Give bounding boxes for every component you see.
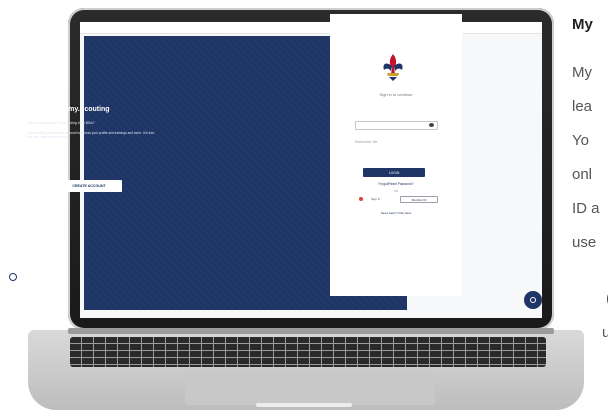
remember-me-label: Remember Me bbox=[355, 140, 378, 144]
login-button[interactable]: LOGIN bbox=[363, 168, 425, 177]
bsa-fleur-de-lis-icon bbox=[383, 54, 403, 81]
member-id-button[interactable]: Member ID bbox=[400, 196, 438, 203]
article-line: onl bbox=[572, 166, 593, 183]
laptop-screen bbox=[80, 22, 542, 318]
eye-icon[interactable] bbox=[429, 123, 434, 127]
keyboard-rows bbox=[70, 337, 546, 367]
google-icon bbox=[359, 197, 363, 201]
article-line: ID a bbox=[572, 200, 600, 217]
welcome-title: Welcome to my.Scouting bbox=[27, 106, 110, 113]
browser-top-bar bbox=[80, 22, 542, 34]
username-input[interactable] bbox=[355, 121, 438, 130]
article-line: use bbox=[572, 234, 597, 251]
chat-button[interactable] bbox=[524, 291, 542, 309]
article-heading: My bbox=[572, 16, 593, 33]
chat-icon bbox=[530, 297, 536, 303]
laptop-hinge bbox=[68, 328, 554, 334]
badge-ring bbox=[9, 273, 17, 281]
article-line: My bbox=[572, 64, 592, 81]
help-link[interactable]: Need Help? Click Here bbox=[330, 211, 462, 215]
article-line: Yo bbox=[572, 132, 589, 149]
google-label: Sign In bbox=[371, 197, 381, 201]
learn-more-link[interactable]: Learn more here bbox=[27, 153, 52, 157]
google-sign-in[interactable]: Sign In bbox=[359, 196, 399, 203]
welcome-paragraph: Create a BSA my.Scouting account to acce… bbox=[27, 131, 156, 140]
laptop-notch bbox=[256, 403, 352, 407]
article-line: u bbox=[602, 324, 608, 341]
scout-badge-icon bbox=[6, 270, 20, 284]
trackpad bbox=[185, 372, 435, 405]
or-divider: OR bbox=[393, 189, 399, 193]
sign-in-title: Sign in to continue bbox=[379, 92, 413, 97]
article-column: My My lea Yo onl ID a use ( u bbox=[572, 0, 608, 415]
article-line: lea bbox=[572, 98, 593, 115]
forgot-password-link[interactable]: Forgot/Reset Password? bbox=[330, 182, 462, 186]
welcome-tagline: Want to join/renew? Not finding it on BS… bbox=[27, 121, 95, 125]
create-account-button[interactable]: CREATE ACCOUNT bbox=[56, 180, 122, 192]
